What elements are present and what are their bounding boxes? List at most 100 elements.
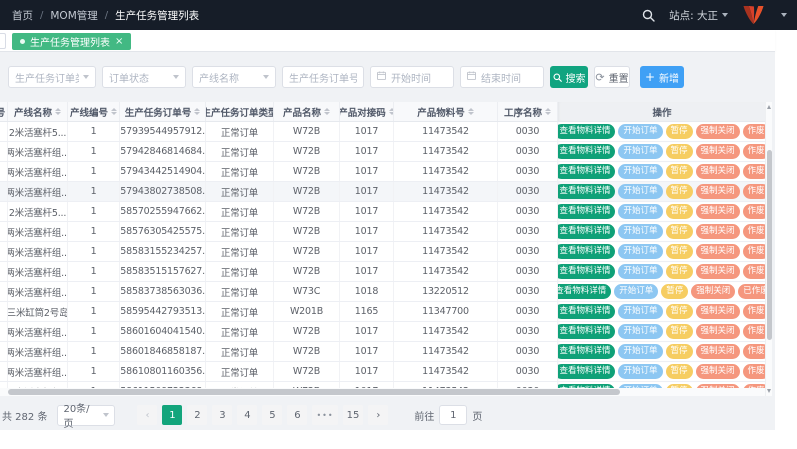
table-row[interactable]: 两米活塞杆组... 1 958583515157627... 正常订单 W72B… [0, 262, 772, 282]
start-order-button[interactable]: 开始订单 [614, 284, 658, 299]
col-material-no[interactable]: 产品物料号 [394, 102, 498, 121]
view-material-button[interactable]: 查看物料详情 [558, 204, 615, 219]
force-close-button[interactable]: 强制关闭 [696, 264, 740, 279]
start-order-button[interactable]: 开始订单 [618, 144, 662, 159]
view-material-button[interactable]: 查看物料详情 [558, 164, 615, 179]
col-order-no[interactable]: 生产任务订单号 [120, 102, 206, 121]
table-row[interactable]: 两米活塞杆组... 1 958583155234257... 正常订单 W72B… [0, 242, 772, 262]
table-row[interactable]: 两米活塞杆组... 1 957943802738508... 正常订单 W72B… [0, 182, 772, 202]
goto-page-input[interactable] [439, 405, 467, 425]
page-button[interactable]: 3 [212, 405, 232, 425]
search-button[interactable]: 搜索 [550, 66, 588, 88]
horizontal-scrollbar-thumb[interactable] [8, 389, 620, 395]
void-button[interactable]: 作废 [743, 244, 766, 259]
void-button[interactable]: 作废 [743, 124, 766, 139]
pause-button[interactable]: 暂停 [666, 344, 693, 359]
next-page-button[interactable]: › [368, 405, 388, 425]
view-material-button[interactable]: 查看物料详情 [558, 124, 615, 139]
user-menu-chevron-icon[interactable] [781, 13, 787, 17]
start-order-button[interactable]: 开始订单 [618, 324, 662, 339]
vertical-scrollbar-thumb[interactable] [767, 150, 772, 340]
void-button[interactable]: 作废 [743, 304, 766, 319]
order-type-select[interactable]: 生产任务订单类型 [8, 66, 96, 88]
sort-icon[interactable] [194, 108, 200, 115]
tab-production-task-list[interactable]: 生产任务管理列表 × [12, 33, 131, 50]
page-button[interactable]: ••• [312, 405, 337, 425]
page-button[interactable]: 2 [187, 405, 207, 425]
order-no-input[interactable]: 生产任务订单号 [282, 66, 364, 88]
col-line-no[interactable]: 产线编号 [68, 102, 120, 121]
view-material-button[interactable]: 查看物料详情 [558, 364, 615, 379]
view-material-button[interactable]: 查看物料详情 [558, 324, 615, 339]
add-button[interactable]: + 新增 [640, 66, 684, 88]
sort-icon[interactable] [324, 108, 330, 115]
horizontal-scrollbar[interactable] [0, 388, 765, 396]
view-material-button[interactable]: 查看物料详情 [558, 184, 615, 199]
start-order-button[interactable]: 开始订单 [618, 184, 662, 199]
view-material-button[interactable]: 查看物料详情 [558, 284, 611, 299]
force-close-button[interactable]: 强制关闭 [696, 304, 740, 319]
force-close-button[interactable]: 强制关闭 [696, 164, 740, 179]
void-button[interactable]: 作废 [743, 204, 766, 219]
start-order-button[interactable]: 开始订单 [618, 244, 662, 259]
vertical-scrollbar[interactable] [765, 102, 772, 396]
start-order-button[interactable]: 开始订单 [618, 124, 662, 139]
pause-button[interactable]: 暂停 [666, 244, 693, 259]
force-close-button[interactable]: 强制关闭 [696, 224, 740, 239]
void-button[interactable]: 作废 [743, 364, 766, 379]
page-button[interactable]: 4 [237, 405, 257, 425]
pause-button[interactable]: 暂停 [661, 284, 688, 299]
scroll-up-icon[interactable] [767, 105, 771, 109]
start-order-button[interactable]: 开始订单 [618, 164, 662, 179]
table-row[interactable]: 两米活塞杆组... 1 957943442514904... 正常订单 W72B… [0, 162, 772, 182]
start-order-button[interactable]: 开始订单 [618, 224, 662, 239]
view-material-button[interactable]: 查看物料详情 [558, 344, 615, 359]
start-order-button[interactable]: 开始订单 [618, 344, 662, 359]
table-row[interactable]: 两米活塞杆组... 1 958601604041540... 正常订单 W72B… [0, 322, 772, 342]
void-button[interactable]: 已作废 [738, 284, 766, 299]
tab-clipped[interactable] [0, 33, 6, 49]
page-button[interactable]: 1 [162, 405, 182, 425]
sort-icon[interactable] [468, 108, 474, 115]
close-icon[interactable]: × [115, 37, 123, 47]
table-row[interactable]: 两米活塞杆组... 1 958601846858187... 正常订单 W72B… [0, 342, 772, 362]
brand-logo-icon[interactable] [742, 5, 765, 26]
force-close-button[interactable]: 强制关闭 [696, 204, 740, 219]
pause-button[interactable]: 暂停 [666, 264, 693, 279]
col-product-name[interactable]: 产品名称 [274, 102, 340, 121]
page-button[interactable]: 5 [262, 405, 282, 425]
view-material-button[interactable]: 查看物料详情 [558, 264, 615, 279]
page-button[interactable]: 6 [287, 405, 307, 425]
breadcrumb-mom[interactable]: MOM管理 [50, 8, 97, 23]
pause-button[interactable]: 暂停 [666, 204, 693, 219]
void-button[interactable]: 作废 [743, 344, 766, 359]
start-time-picker[interactable]: 开始时间 [370, 66, 454, 88]
sort-icon[interactable] [111, 108, 117, 115]
pause-button[interactable]: 暂停 [666, 184, 693, 199]
sort-icon[interactable] [55, 108, 61, 115]
order-status-select[interactable]: 订单状态 [102, 66, 186, 88]
force-close-button[interactable]: 强制关闭 [691, 284, 735, 299]
force-close-button[interactable]: 强制关闭 [696, 124, 740, 139]
force-close-button[interactable]: 强制关闭 [696, 324, 740, 339]
table-row[interactable]: 2米活塞杆5... 1 957939544957912... 正常订单 W72B… [0, 122, 772, 142]
void-button[interactable]: 作废 [743, 264, 766, 279]
pause-button[interactable]: 暂停 [666, 144, 693, 159]
pause-button[interactable]: 暂停 [666, 304, 693, 319]
pause-button[interactable]: 暂停 [666, 124, 693, 139]
pause-button[interactable]: 暂停 [666, 324, 693, 339]
void-button[interactable]: 作废 [743, 164, 766, 179]
col-dock-code[interactable]: 产品对接码 [340, 102, 394, 121]
view-material-button[interactable]: 查看物料详情 [558, 244, 615, 259]
pause-button[interactable]: 暂停 [666, 224, 693, 239]
pause-button[interactable]: 暂停 [666, 164, 693, 179]
breadcrumb-home[interactable]: 首页 [12, 8, 33, 23]
page-button[interactable]: 15 [343, 405, 364, 425]
force-close-button[interactable]: 强制关闭 [696, 364, 740, 379]
line-name-select[interactable]: 产线名称 [192, 66, 276, 88]
table-row[interactable]: 两米活塞杆组... 1 958576305425575... 正常订单 W72B… [0, 222, 772, 242]
void-button[interactable]: 作废 [743, 324, 766, 339]
force-close-button[interactable]: 强制关闭 [696, 344, 740, 359]
view-material-button[interactable]: 查看物料详情 [558, 224, 615, 239]
pause-button[interactable]: 暂停 [666, 364, 693, 379]
